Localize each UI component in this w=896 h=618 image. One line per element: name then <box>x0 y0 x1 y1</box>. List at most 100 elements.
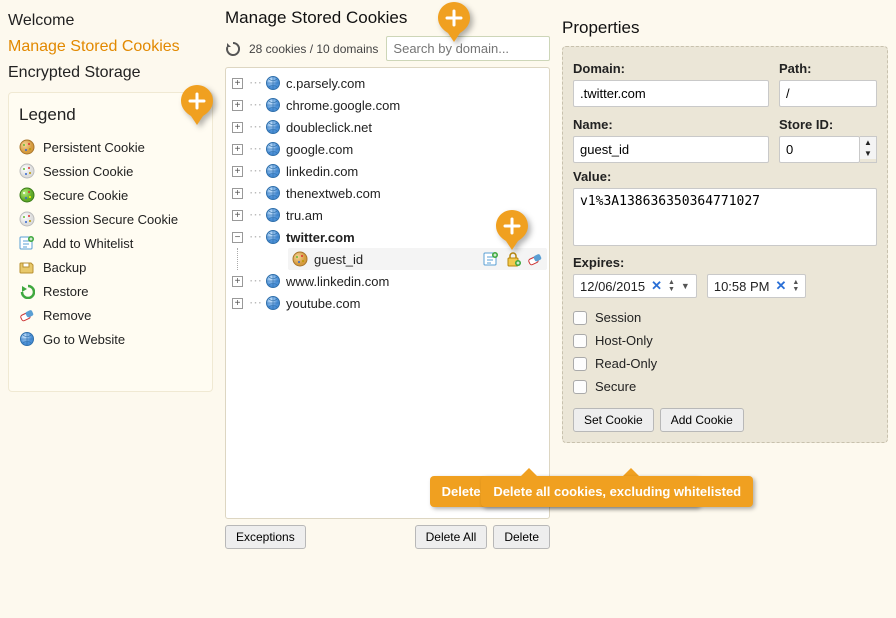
properties-panel: Domain: Path: Name: Store ID: ▲▼ <box>562 46 888 443</box>
domain-label: www.linkedin.com <box>286 274 389 289</box>
legend-session: Session Cookie <box>17 159 204 183</box>
legend-goto: Go to Website <box>17 327 204 351</box>
set-cookie-button[interactable]: Set Cookie <box>573 408 654 432</box>
domain-tree[interactable]: +⋯c.parsely.com+⋯chrome.google.com+⋯doub… <box>225 67 550 519</box>
domain-row[interactable]: +⋯www.linkedin.com <box>228 270 547 292</box>
domain-label: tru.am <box>286 208 323 223</box>
cookie-row[interactable]: guest_id <box>288 248 547 270</box>
expires-date-field[interactable]: 12/06/2015 ✕ ▲▼ ▼ <box>573 274 697 298</box>
legend-backup: Backup <box>17 255 204 279</box>
persistent-cookie-icon <box>292 251 308 267</box>
legend-title: Legend <box>19 105 204 125</box>
globe-icon <box>266 208 280 222</box>
domain-row[interactable]: −⋯twitter.com <box>228 226 547 248</box>
value-field[interactable] <box>573 188 877 246</box>
globe-icon <box>266 76 280 90</box>
globe-icon <box>266 164 280 178</box>
legend-remove: Remove <box>17 303 204 327</box>
read-only-checkbox[interactable] <box>573 357 587 371</box>
nav-encrypted-storage[interactable]: Encrypted Storage <box>8 60 213 86</box>
value-label: Value: <box>573 169 877 184</box>
domain-label: youtube.com <box>286 296 360 311</box>
exceptions-button[interactable]: Exceptions <box>225 525 306 549</box>
globe-icon <box>266 98 280 112</box>
secure-cookie-icon <box>19 187 35 203</box>
cookie-name: guest_id <box>314 252 363 267</box>
domain-row[interactable]: +⋯thenextweb.com <box>228 182 547 204</box>
domain-label: c.parsely.com <box>286 76 365 91</box>
domain-row[interactable]: +⋯doubleclick.net <box>228 116 547 138</box>
delete-button[interactable]: Delete <box>493 525 550 549</box>
globe-icon <box>266 186 280 200</box>
domain-label: doubleclick.net <box>286 120 372 135</box>
restore-icon <box>19 283 35 299</box>
store-id-up[interactable]: ▲ <box>860 137 876 148</box>
store-id-down[interactable]: ▼ <box>860 148 876 159</box>
domain-row[interactable]: +⋯tru.am <box>228 204 547 226</box>
remove-icon <box>19 307 35 323</box>
globe-icon <box>266 274 280 288</box>
domain-row[interactable]: +⋯c.parsely.com <box>228 72 547 94</box>
expand-icon[interactable]: + <box>232 276 243 287</box>
domain-field[interactable] <box>573 80 769 107</box>
date-up-down[interactable]: ▲▼ <box>668 279 675 293</box>
expand-icon[interactable]: + <box>232 298 243 309</box>
globe-icon <box>266 120 280 134</box>
collapse-icon[interactable]: − <box>232 232 243 243</box>
date-dropdown-icon[interactable]: ▼ <box>681 281 690 291</box>
whitelist-icon[interactable] <box>483 251 499 267</box>
delete-all-button[interactable]: Delete All <box>415 525 488 549</box>
domain-label: chrome.google.com <box>286 98 400 113</box>
expand-icon[interactable]: + <box>232 188 243 199</box>
expand-icon[interactable]: + <box>232 210 243 221</box>
domain-row[interactable]: +⋯youtube.com <box>228 292 547 314</box>
expires-label: Expires: <box>573 255 877 270</box>
props-title: Properties <box>562 18 888 38</box>
reload-icon[interactable] <box>225 41 241 57</box>
store-id-field[interactable] <box>779 136 860 163</box>
path-label: Path: <box>779 61 877 76</box>
domain-label: thenextweb.com <box>286 186 381 201</box>
remove-icon[interactable] <box>527 251 543 267</box>
session-checkbox[interactable] <box>573 311 587 325</box>
clear-time-icon[interactable]: ✕ <box>776 278 787 294</box>
expand-icon[interactable]: + <box>232 166 243 177</box>
globe-icon <box>266 230 280 244</box>
goto-website-icon <box>19 331 35 347</box>
legend-persistent: Persistent Cookie <box>17 135 204 159</box>
globe-icon <box>266 142 280 156</box>
legend-session-secure: Session Secure Cookie <box>17 207 204 231</box>
domain-label: Domain: <box>573 61 769 76</box>
add-cookie-button[interactable]: Add Cookie <box>660 408 744 432</box>
expand-icon[interactable]: + <box>232 144 243 155</box>
legend-restore: Restore <box>17 279 204 303</box>
path-field[interactable] <box>779 80 877 107</box>
persistent-cookie-icon <box>19 139 35 155</box>
expand-icon[interactable]: + <box>232 100 243 111</box>
domain-label: linkedin.com <box>286 164 358 179</box>
name-field[interactable] <box>573 136 769 163</box>
lock-icon[interactable] <box>505 251 521 267</box>
secure-checkbox[interactable] <box>573 380 587 394</box>
time-up-down[interactable]: ▲▼ <box>792 279 799 293</box>
domain-label: google.com <box>286 142 353 157</box>
nav-manage-cookies[interactable]: Manage Stored Cookies <box>8 34 213 60</box>
nav-welcome[interactable]: Welcome <box>8 8 213 34</box>
domain-label: twitter.com <box>286 230 355 245</box>
domain-row[interactable]: +⋯linkedin.com <box>228 160 547 182</box>
expand-icon[interactable]: + <box>232 122 243 133</box>
expand-icon[interactable]: + <box>232 78 243 89</box>
clear-date-icon[interactable]: ✕ <box>651 278 662 294</box>
search-input[interactable] <box>386 36 550 61</box>
globe-icon <box>266 296 280 310</box>
delete-tooltip: Delete all cookies, excluding whiteliste… <box>481 476 753 507</box>
backup-icon <box>19 259 35 275</box>
name-label: Name: <box>573 117 769 132</box>
whitelist-icon <box>19 235 35 251</box>
legend-secure: Secure Cookie <box>17 183 204 207</box>
domain-row[interactable]: +⋯google.com <box>228 138 547 160</box>
host-only-checkbox[interactable] <box>573 334 587 348</box>
expires-time-field[interactable]: 10:58 PM ✕ ▲▼ <box>707 274 807 298</box>
session-secure-cookie-icon <box>19 211 35 227</box>
domain-row[interactable]: +⋯chrome.google.com <box>228 94 547 116</box>
